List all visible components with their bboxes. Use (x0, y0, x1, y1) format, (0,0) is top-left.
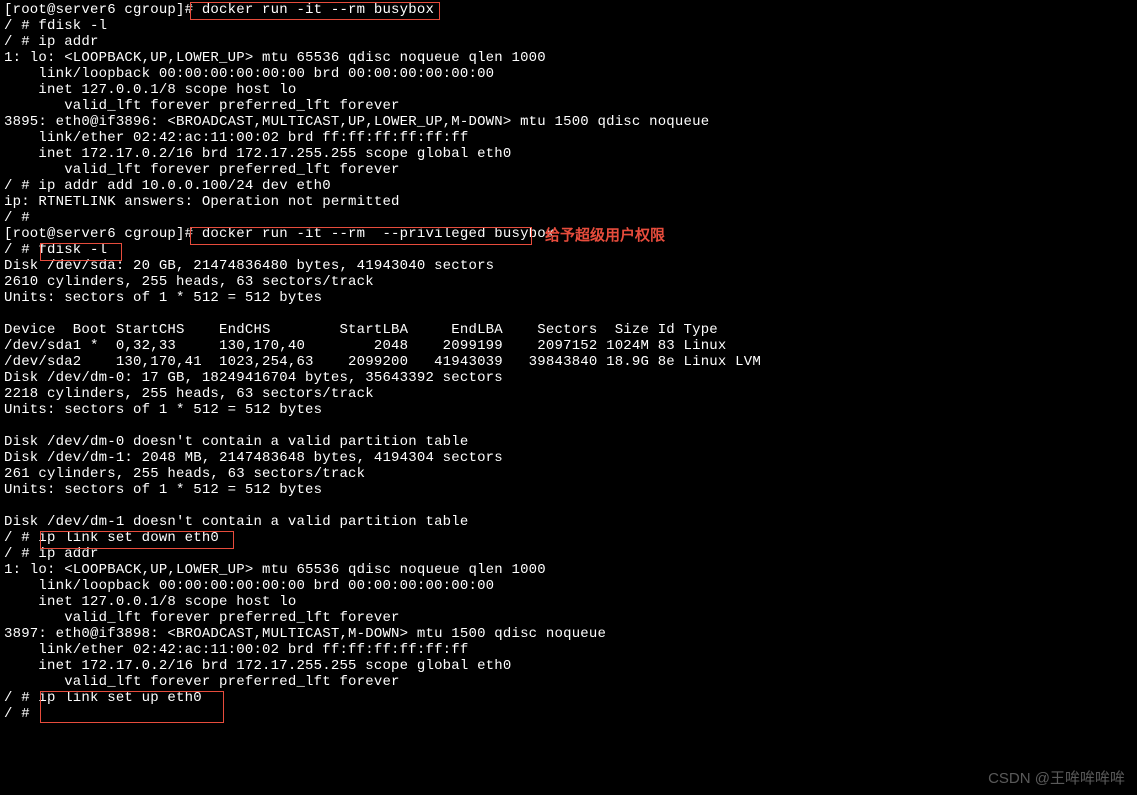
terminal-line (4, 306, 1133, 322)
terminal-line: link/ether 02:42:ac:11:00:02 brd ff:ff:f… (4, 642, 1133, 658)
terminal-line: / # (4, 706, 1133, 722)
terminal-line: 1: lo: <LOOPBACK,UP,LOWER_UP> mtu 65536 … (4, 50, 1133, 66)
terminal-line: Disk /dev/dm-1: 2048 MB, 2147483648 byte… (4, 450, 1133, 466)
terminal-line: 261 cylinders, 255 heads, 63 sectors/tra… (4, 466, 1133, 482)
terminal-line: link/loopback 00:00:00:00:00:00 brd 00:0… (4, 578, 1133, 594)
terminal-line: / # ip addr (4, 546, 1133, 562)
terminal-line: Units: sectors of 1 * 512 = 512 bytes (4, 290, 1133, 306)
terminal-line: / # fdisk -l (4, 242, 1133, 258)
terminal-line: / # ip link set down eth0 (4, 530, 1133, 546)
terminal-line: inet 127.0.0.1/8 scope host lo (4, 82, 1133, 98)
terminal-line: 1: lo: <LOOPBACK,UP,LOWER_UP> mtu 65536 … (4, 562, 1133, 578)
terminal-output[interactable]: [root@server6 cgroup]# docker run -it --… (0, 0, 1137, 724)
terminal-line: inet 172.17.0.2/16 brd 172.17.255.255 sc… (4, 658, 1133, 674)
terminal-line: 3895: eth0@if3896: <BROADCAST,MULTICAST,… (4, 114, 1133, 130)
terminal-line: Disk /dev/dm-1 doesn't contain a valid p… (4, 514, 1133, 530)
terminal-line: [root@server6 cgroup]# docker run -it --… (4, 2, 1133, 18)
terminal-line: Disk /dev/dm-0: 17 GB, 18249416704 bytes… (4, 370, 1133, 386)
terminal-line (4, 498, 1133, 514)
terminal-line: Disk /dev/sda: 20 GB, 21474836480 bytes,… (4, 258, 1133, 274)
terminal-line: link/ether 02:42:ac:11:00:02 brd ff:ff:f… (4, 130, 1133, 146)
watermark-text: CSDN @王哞哞哞哞 (988, 771, 1125, 787)
terminal-line: link/loopback 00:00:00:00:00:00 brd 00:0… (4, 66, 1133, 82)
terminal-line: valid_lft forever preferred_lft forever (4, 674, 1133, 690)
terminal-line (4, 418, 1133, 434)
terminal-line: 2610 cylinders, 255 heads, 63 sectors/tr… (4, 274, 1133, 290)
terminal-line: valid_lft forever preferred_lft forever (4, 610, 1133, 626)
terminal-line: / # ip addr (4, 34, 1133, 50)
terminal-line: / # ip addr add 10.0.0.100/24 dev eth0 (4, 178, 1133, 194)
terminal-line: / # (4, 210, 1133, 226)
terminal-line: Disk /dev/dm-0 doesn't contain a valid p… (4, 434, 1133, 450)
terminal-line: 3897: eth0@if3898: <BROADCAST,MULTICAST,… (4, 626, 1133, 642)
terminal-line: valid_lft forever preferred_lft forever (4, 162, 1133, 178)
terminal-line: Device Boot StartCHS EndCHS StartLBA End… (4, 322, 1133, 338)
terminal-line: valid_lft forever preferred_lft forever (4, 98, 1133, 114)
terminal-line: Units: sectors of 1 * 512 = 512 bytes (4, 402, 1133, 418)
annotation-text: 给予超级用户权限 (545, 228, 665, 244)
terminal-line: / # ip link set up eth0 (4, 690, 1133, 706)
terminal-line: inet 172.17.0.2/16 brd 172.17.255.255 sc… (4, 146, 1133, 162)
terminal-line: ip: RTNETLINK answers: Operation not per… (4, 194, 1133, 210)
terminal-line: / # fdisk -l (4, 18, 1133, 34)
terminal-line: /dev/sda2 130,170,41 1023,254,63 2099200… (4, 354, 1133, 370)
terminal-line: Units: sectors of 1 * 512 = 512 bytes (4, 482, 1133, 498)
terminal-line: /dev/sda1 * 0,32,33 130,170,40 2048 2099… (4, 338, 1133, 354)
terminal-line: inet 127.0.0.1/8 scope host lo (4, 594, 1133, 610)
terminal-line: 2218 cylinders, 255 heads, 63 sectors/tr… (4, 386, 1133, 402)
